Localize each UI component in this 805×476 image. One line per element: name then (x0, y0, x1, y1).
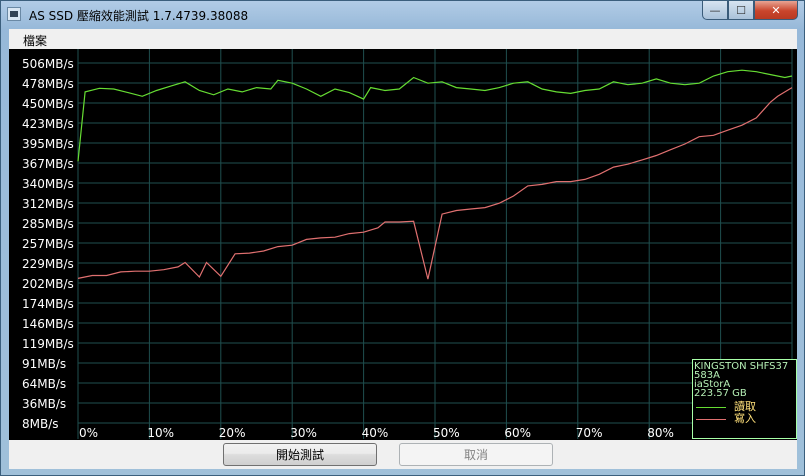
x-tick-label: 20% (219, 426, 246, 440)
y-tick-label: 146MB/s (22, 317, 74, 331)
legend-write-swatch (696, 418, 726, 420)
maximize-button[interactable]: ☐ (728, 1, 754, 20)
y-tick-label: 285MB/s (22, 217, 74, 231)
x-tick-label: 0% (79, 426, 98, 440)
y-tick-label: 229MB/s (22, 257, 74, 271)
x-tick-label: 80% (647, 426, 674, 440)
y-tick-label: 36MB/s (22, 397, 66, 411)
title-bar[interactable]: AS SSD 壓縮效能測試 1.7.4739.38088 — ☐ ✕ (1, 1, 804, 29)
y-tick-label: 340MB/s (22, 177, 74, 191)
y-tick-label: 119MB/s (22, 337, 74, 351)
y-tick-label: 478MB/s (22, 77, 74, 91)
y-tick-label: 174MB/s (22, 297, 74, 311)
chart-canvas: 506MB/s 478MB/s 450MB/s 423MB/s 395MB/s 367MB… (22, 49, 797, 440)
app-window: AS SSD 壓縮效能測試 1.7.4739.38088 — ☐ ✕ 檔案 50… (0, 0, 805, 476)
y-tick-label: 312MB/s (22, 197, 74, 211)
y-tick-label: 202MB/s (22, 277, 74, 291)
y-tick-label: 423MB/s (22, 117, 74, 131)
legend-write-row: 寫入 (696, 412, 756, 425)
x-tick-label: 50% (433, 426, 460, 440)
y-tick-label: 367MB/s (22, 157, 74, 171)
window-title: AS SSD 壓縮效能測試 1.7.4739.38088 (29, 9, 249, 23)
legend-box: KINGSTON SHFS37 583A iaStorA 223.57 GB 讀… (692, 359, 797, 439)
x-tick-label: 30% (290, 426, 317, 440)
minimize-button[interactable]: — (702, 1, 728, 20)
x-tick-label: 10% (147, 426, 174, 440)
legend-write-label: 寫入 (734, 412, 756, 425)
close-button[interactable]: ✕ (754, 1, 798, 20)
y-tick-label: 450MB/s (22, 97, 74, 111)
legend-read-swatch (696, 406, 726, 408)
cancel-button[interactable]: 取消 (399, 443, 553, 466)
client-area: 檔案 506MB/s 478MB/s 450MB/s 423MB/s 395MB/s 36… (9, 29, 797, 469)
y-tick-label: 64MB/s (22, 377, 66, 391)
y-tick-label: 91MB/s (22, 357, 66, 371)
y-tick-label: 395MB/s (22, 137, 74, 151)
y-tick-label: 257MB/s (22, 237, 74, 251)
x-tick-label: 40% (362, 426, 389, 440)
y-tick-label: 506MB/s (22, 57, 74, 71)
benchmark-chart: 506MB/s 478MB/s 450MB/s 423MB/s 395MB/s 367MB… (9, 49, 797, 440)
legend-capacity: 223.57 GB (694, 388, 747, 399)
y-tick-label: 8MB/s (22, 417, 59, 431)
app-icon (7, 7, 21, 21)
x-tick-label: 60% (504, 426, 531, 440)
x-tick-label: 70% (576, 426, 603, 440)
menu-file[interactable]: 檔案 (23, 32, 47, 49)
menu-bar: 檔案 (9, 29, 797, 49)
legend-read-row: 讀取 (696, 401, 756, 412)
start-test-button[interactable]: 開始測試 (223, 443, 377, 466)
caption-buttons: — ☐ ✕ (702, 1, 798, 21)
